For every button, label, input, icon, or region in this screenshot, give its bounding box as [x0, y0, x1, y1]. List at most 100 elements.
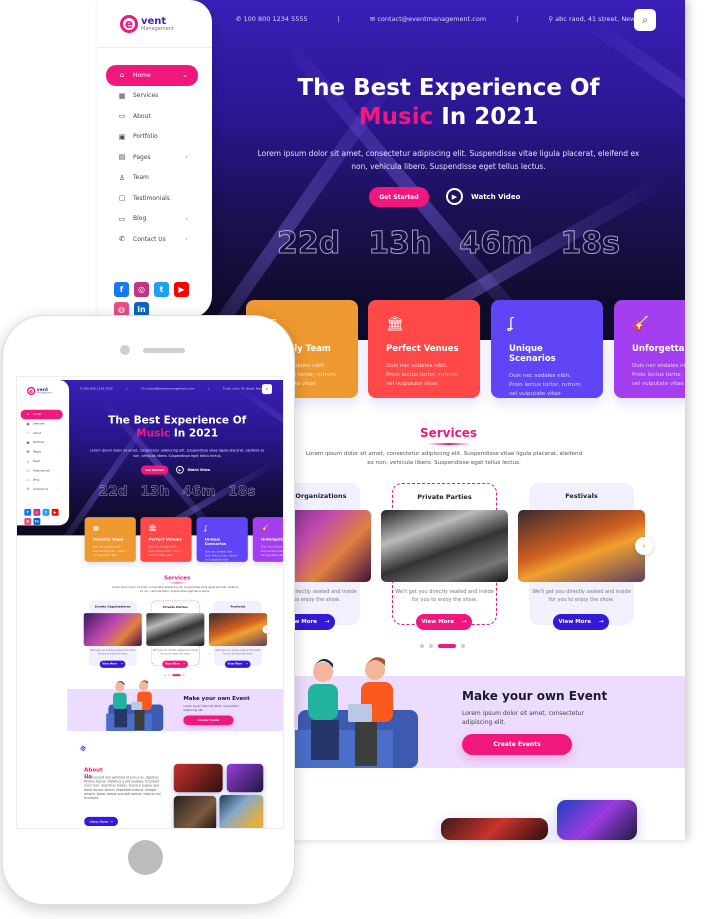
nav-icon: ▦ — [118, 91, 126, 100]
sidebar-item-services[interactable]: ▦ Services — [106, 86, 198, 107]
view-more-label: View More — [421, 619, 454, 625]
chevron-icon: ⌄ — [55, 412, 59, 417]
sidebar-item-blog[interactable]: ▭ Blog › — [106, 209, 198, 230]
create-events-button[interactable]: Create Events — [462, 734, 572, 755]
view-more-button[interactable]: View More → — [162, 660, 188, 668]
chevron-icon: › — [185, 153, 188, 162]
sidebar-item-blog[interactable]: ▭ Blog › — [21, 475, 63, 484]
pagination-dot[interactable] — [168, 674, 171, 677]
logo[interactable]: e vent Management — [120, 15, 174, 33]
service-title: Festivals — [565, 492, 598, 500]
search-button[interactable]: ⌕ — [634, 9, 656, 31]
service-text: We'll get you directly seated and inside… — [215, 649, 261, 656]
pagination-dot[interactable] — [172, 674, 181, 677]
feature-text: Duis nec sodales nibh. Proin lectus tort… — [386, 363, 458, 387]
get-started-button[interactable]: Get Started — [369, 187, 429, 207]
watch-video-button[interactable]: ▶ Watch Video — [446, 188, 520, 205]
search-icon: ⌕ — [265, 386, 269, 392]
feature-card: ʆ Unique Scenarios Duis nec sodales nibh. … — [491, 300, 603, 398]
linkedin-icon[interactable]: in — [33, 518, 41, 525]
social-links: f ◎ t ▶ ◍ in — [114, 282, 194, 317]
view-more-button[interactable]: View More → — [416, 614, 472, 630]
youtube-icon[interactable]: ▶ — [174, 282, 189, 297]
email-info[interactable]: ✉ contact@eventmanagement.com — [141, 387, 194, 391]
sidebar-item-label: Contact Us — [32, 487, 48, 491]
twitter-icon[interactable]: t — [154, 282, 169, 297]
nav-icon: ♙ — [118, 173, 126, 182]
facebook-icon[interactable]: f — [114, 282, 129, 297]
youtube-icon[interactable]: ▶ — [51, 508, 59, 516]
pagination-dot[interactable] — [429, 644, 433, 648]
chevron-icon: ⌄ — [182, 71, 188, 80]
arrow-right-icon: → — [598, 619, 604, 625]
hero-title-rest: In 2021 — [170, 427, 219, 440]
feature-text: Duis nec sodales nibh. Proin lectus tort… — [632, 363, 685, 387]
sidebar-item-about[interactable]: ▭ About — [106, 106, 198, 127]
people-on-sofa-illustration — [293, 657, 418, 768]
carousel-next-button[interactable]: › — [262, 625, 271, 634]
nav-icon: ▢ — [118, 194, 126, 203]
view-more-label: View More — [102, 662, 118, 666]
feature-text: Duis nec sodales nibh. Proin lectus tort… — [261, 545, 284, 557]
sidebar-item-services[interactable]: ▦ Services — [21, 419, 63, 428]
sidebar-item-contact-us[interactable]: ✆ Contact Us › — [21, 485, 63, 494]
email-info[interactable]: ✉ contact@eventmanagement.com — [370, 15, 486, 23]
separator: | — [337, 15, 340, 23]
countdown-days: 22d — [98, 483, 128, 500]
sidebar-item-portfolio[interactable]: ▣ Portfolio — [106, 127, 198, 148]
instagram-icon[interactable]: ◎ — [33, 508, 41, 516]
get-started-button[interactable]: Get Started — [140, 465, 169, 475]
sidebar-item-home[interactable]: ⌂ Home ⌄ — [20, 409, 63, 420]
pagination-dot[interactable] — [461, 644, 465, 648]
sidebar-item-label: Contact Us — [133, 235, 166, 243]
view-more-button[interactable]: View More → — [99, 660, 126, 668]
pagination-dot[interactable] — [438, 644, 456, 648]
sidebar-item-about[interactable]: ▭ About — [21, 428, 63, 437]
sidebar-item-pages[interactable]: ▤ Pages › — [106, 147, 198, 168]
carousel-next-button[interactable]: › — [635, 537, 653, 555]
view-more-button[interactable]: View More → — [224, 660, 251, 668]
search-button[interactable]: ⌕ — [261, 384, 273, 395]
sidebar-item-testimonials[interactable]: ▢ Testimonials — [106, 188, 198, 209]
pagination-dot[interactable] — [182, 674, 185, 677]
pagination-dot[interactable] — [164, 674, 166, 677]
twitter-icon[interactable]: t — [42, 508, 50, 516]
logo[interactable]: e vent Management — [27, 386, 52, 396]
feature-text: Duis nec sodales nibh. Proin lectus tort… — [148, 545, 182, 557]
countdown-hours: 13h — [140, 483, 170, 500]
sidebar-item-pages[interactable]: ▤ Pages › — [21, 447, 63, 456]
about-image-singer — [219, 794, 264, 828]
service-text: We'll get you directly seated and inside… — [532, 589, 631, 603]
sidebar-item-portfolio[interactable]: ▣ Portfolio — [21, 438, 63, 447]
phone-info[interactable]: ✆ 100 800 1234 5555 — [80, 387, 113, 391]
arrow-right-icon: → — [461, 619, 467, 625]
countdown: 22d 13h 46m 18s — [212, 226, 685, 262]
countdown-minutes: 46m — [182, 483, 216, 500]
view-more-button[interactable]: View More → — [553, 614, 609, 630]
sidebar: e vent Management ⌂ Home ⌄ ▦ Services ▭ About ▣ P… — [98, 0, 212, 318]
hero-title-highlight: Music — [136, 427, 171, 440]
phone-info[interactable]: ✆ 100 800 1234 5555 — [236, 15, 308, 23]
separator: | — [126, 386, 128, 391]
watch-video-button[interactable]: ▶ Watch Video — [176, 465, 210, 474]
sidebar-item-testimonials[interactable]: ▢ Testimonials — [21, 466, 63, 475]
sidebar-item-label: Testimonials — [32, 469, 50, 473]
people-on-sofa-illustration — [106, 680, 164, 731]
dribbble-icon[interactable]: ◍ — [24, 518, 32, 525]
phone-text: 100 800 1234 5555 — [83, 386, 113, 391]
instagram-icon[interactable]: ◎ — [134, 282, 149, 297]
sidebar-item-team[interactable]: ♙ Team — [106, 168, 198, 189]
service-title: Events Organizations — [94, 604, 131, 609]
sidebar-item-contact-us[interactable]: ✆ Contact Us › — [106, 229, 198, 250]
about-text: Fusce jusurd nisi vehicula id purus ac, … — [84, 775, 161, 800]
pagination-dot[interactable] — [420, 644, 424, 648]
feature-title: Unique Scenarios — [204, 537, 227, 547]
sidebar-item-label: Portfolio — [32, 440, 45, 445]
facebook-icon[interactable]: f — [24, 508, 32, 516]
create-events-button[interactable]: Create Events — [183, 715, 234, 726]
sidebar-item-home[interactable]: ⌂ Home ⌄ — [106, 65, 198, 86]
service-image — [208, 613, 267, 646]
feature-text: Duis nec sodales nibh. Proin lectus tort… — [509, 373, 581, 397]
sidebar-item-team[interactable]: ♙ Team — [21, 457, 63, 466]
about-view-more-button[interactable]: View More → — [84, 816, 118, 827]
